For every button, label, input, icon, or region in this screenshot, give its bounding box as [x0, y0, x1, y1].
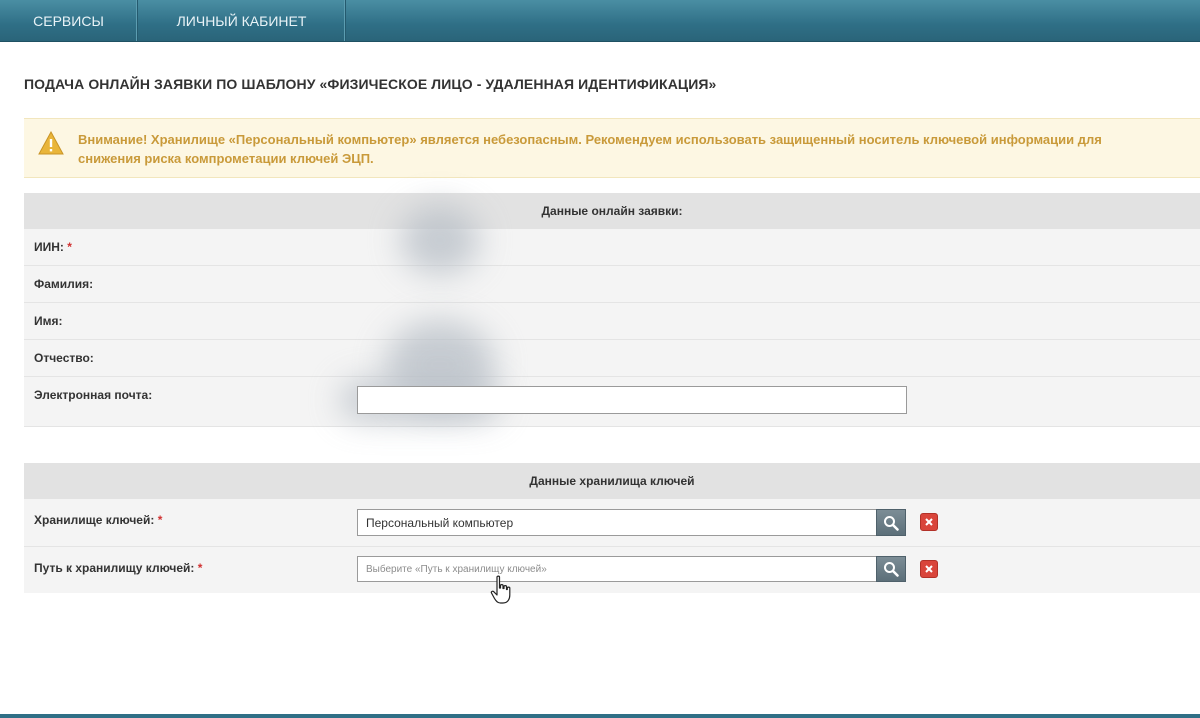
- email-label: Электронная почта:: [34, 388, 153, 402]
- keystore-select-input[interactable]: Персональный компьютер: [357, 509, 877, 536]
- search-icon: [884, 515, 899, 531]
- name-label: Имя:: [34, 314, 63, 328]
- row-patronymic: Отчество:: [24, 340, 1200, 377]
- row-name: Имя:: [24, 303, 1200, 340]
- keystore-clear-button[interactable]: [920, 513, 938, 531]
- warning-banner: Внимание! Хранилище «Персональный компью…: [24, 118, 1200, 178]
- page-title: ПОДАЧА ОНЛАЙН ЗАЯВКИ ПО ШАБЛОНУ «ФИЗИЧЕС…: [24, 76, 717, 92]
- keystore-path-input[interactable]: Выберите «Путь к хранилищу ключей»: [357, 556, 877, 582]
- nav-personal-cabinet[interactable]: ЛИЧНЫЙ КАБИНЕТ: [138, 0, 346, 41]
- keystore-path-label: Путь к хранилищу ключей: *: [34, 561, 203, 575]
- patronymic-label: Отчество:: [34, 351, 94, 365]
- warning-triangle-icon: [38, 131, 64, 155]
- nav-services[interactable]: СЕРВИСЫ: [0, 0, 138, 41]
- application-data-header: Данные онлайн заявки:: [24, 193, 1200, 229]
- bottom-border: [0, 714, 1200, 718]
- keystore-path-clear-button[interactable]: [920, 560, 938, 578]
- keystore-header: Данные хранилища ключей: [24, 463, 1200, 499]
- redacted-iin: [400, 205, 480, 275]
- surname-label: Фамилия:: [34, 277, 94, 291]
- row-iin: ИИН: *: [24, 229, 1200, 266]
- keystore-search-button[interactable]: [876, 509, 906, 536]
- top-navigation: СЕРВИСЫ ЛИЧНЫЙ КАБИНЕТ: [0, 0, 1200, 42]
- warning-text: Внимание! Хранилище «Персональный компью…: [78, 132, 1102, 166]
- close-icon: [925, 518, 933, 526]
- email-input[interactable]: [357, 386, 907, 414]
- close-icon: [925, 565, 933, 573]
- search-icon: [884, 562, 899, 577]
- keystore-path-search-button[interactable]: [876, 556, 906, 582]
- hand-cursor-icon: [490, 575, 511, 604]
- iin-label: ИИН: *: [34, 240, 72, 254]
- keystore-label: Хранилище ключей: *: [34, 513, 163, 527]
- row-surname: Фамилия:: [24, 266, 1200, 303]
